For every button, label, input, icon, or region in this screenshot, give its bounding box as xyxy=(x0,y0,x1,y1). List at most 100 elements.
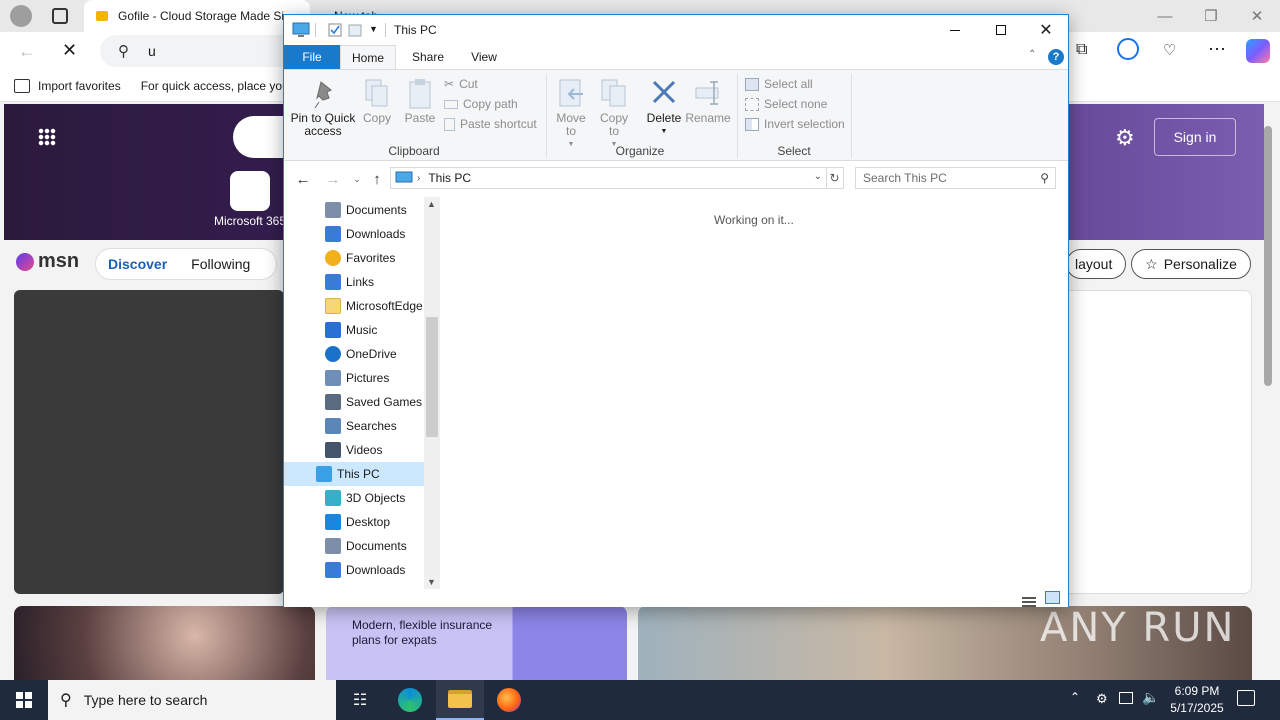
help-icon[interactable]: ? xyxy=(1048,49,1064,65)
browser-tab-gofile[interactable]: Gofile - Cloud Storage Made Si xyxy=(84,0,310,32)
rename-button[interactable]: Rename xyxy=(685,76,731,125)
task-view-button[interactable]: ☷ xyxy=(336,680,384,720)
msn-discover-tab[interactable]: Discover Following xyxy=(95,248,277,280)
network-icon[interactable] xyxy=(1119,692,1133,704)
extensions-icon[interactable]: ⧉ xyxy=(1076,41,1087,59)
copilot-icon[interactable] xyxy=(1246,39,1270,63)
new-folder-icon[interactable] xyxy=(348,23,362,37)
nav-item-desktop[interactable]: Desktop xyxy=(284,510,424,534)
properties-icon[interactable] xyxy=(328,23,342,37)
scroll-up-icon[interactable]: ▲ xyxy=(427,199,436,209)
nav-item-videos[interactable]: Videos xyxy=(284,438,424,462)
taskbar-clock[interactable]: 6:09 PM 5/17/2025 xyxy=(1160,683,1234,717)
more-options-icon[interactable]: ⋯ xyxy=(1208,39,1226,60)
copy-button[interactable]: Copy xyxy=(362,76,392,125)
browser-address-input[interactable]: ⚲ u xyxy=(100,35,300,67)
tab-view[interactable]: View xyxy=(456,45,512,69)
following-label[interactable]: Following xyxy=(191,256,250,272)
volume-icon[interactable]: 🔈 xyxy=(1142,689,1159,706)
nav-item-downloads[interactable]: Downloads xyxy=(284,222,424,246)
navigation-scrollbar[interactable]: ▲ ▼ xyxy=(424,197,440,589)
nav-item-onedrive[interactable]: OneDrive xyxy=(284,342,424,366)
move-to-button[interactable]: Move to ▼ xyxy=(552,76,590,151)
pin-to-quick-access-button[interactable]: Pin to Quick access xyxy=(290,76,356,138)
back-button[interactable]: ← xyxy=(292,169,314,189)
address-dropdown-icon[interactable]: ⌄ xyxy=(814,171,822,182)
address-bar[interactable]: › This PC ⌄ xyxy=(390,167,827,189)
tab-actions-icon[interactable] xyxy=(52,8,68,24)
search-this-pc-input[interactable]: Search This PC ⚲ xyxy=(855,167,1056,189)
nav-item-pictures[interactable]: Pictures xyxy=(284,366,424,390)
scroll-down-icon[interactable]: ▼ xyxy=(427,577,436,587)
taskbar-edge-button[interactable] xyxy=(386,680,434,720)
start-button[interactable] xyxy=(0,680,48,720)
collapse-ribbon-icon[interactable]: ⌃ xyxy=(1028,49,1036,60)
taskbar-file-explorer-button[interactable] xyxy=(436,680,484,720)
import-favorites-link[interactable]: Import favorites xyxy=(38,79,121,93)
page-scroll-thumb[interactable] xyxy=(1264,126,1272,386)
sign-in-button[interactable]: Sign in xyxy=(1154,118,1236,156)
paste-button[interactable]: Paste xyxy=(402,76,438,125)
discover-label[interactable]: Discover xyxy=(108,256,167,272)
browser-close-button[interactable]: ✕ xyxy=(1234,0,1280,32)
layout-button[interactable]: layout xyxy=(1066,249,1126,279)
forward-button[interactable]: → xyxy=(322,169,344,189)
close-button[interactable]: ✕ xyxy=(1024,15,1068,45)
profile-icon[interactable] xyxy=(10,5,32,27)
tab-file[interactable]: File xyxy=(284,45,340,69)
personalize-button[interactable]: ☆ Personalize xyxy=(1131,249,1251,279)
navigation-scroll-thumb[interactable] xyxy=(426,317,438,437)
select-all-button[interactable]: Select all xyxy=(745,74,845,94)
recent-locations-button[interactable]: ⌄ xyxy=(346,169,368,189)
tab-share[interactable]: Share xyxy=(400,45,456,69)
browser-restore-button[interactable]: ❐ xyxy=(1188,0,1234,32)
breadcrumb-this-pc[interactable]: This PC xyxy=(428,171,471,185)
nav-item-saved-games[interactable]: Saved Games xyxy=(284,390,424,414)
large-icons-view-button[interactable] xyxy=(1045,591,1060,604)
show-hidden-icons-button[interactable]: ⌃ xyxy=(1070,690,1080,704)
nav-item-3d-objects[interactable]: 3D Objects xyxy=(284,486,424,510)
nav-item-searches[interactable]: Searches xyxy=(284,414,424,438)
tab-home[interactable]: Home xyxy=(340,45,396,69)
stop-loading-icon[interactable]: ✕ xyxy=(62,40,77,61)
galaxy-image-card[interactable] xyxy=(14,606,315,680)
downloads-toolbar-icon[interactable] xyxy=(1117,38,1139,60)
back-icon[interactable]: ← xyxy=(18,41,36,62)
taskbar-search-box[interactable]: ⚲ Type here to search xyxy=(48,680,336,720)
microsoft365-icon[interactable] xyxy=(230,171,270,211)
browser-minimize-button[interactable]: — xyxy=(1142,0,1188,32)
invert-selection-button[interactable]: Invert selection xyxy=(745,114,845,134)
maximize-button[interactable] xyxy=(978,15,1024,45)
nav-item-microsoftedge[interactable]: MicrosoftEdge xyxy=(284,294,424,318)
nav-item-documents[interactable]: Documents xyxy=(284,534,424,558)
nav-item-downloads[interactable]: Downloads xyxy=(284,558,424,582)
insurance-ad-card[interactable]: Modern, flexible insurance plans for exp… xyxy=(326,606,627,680)
content-pane[interactable]: Working on it... xyxy=(440,197,1068,589)
nav-item-favorites[interactable]: Favorites xyxy=(284,246,424,270)
nav-item-this-pc[interactable]: This PC xyxy=(284,462,424,486)
minimize-button[interactable] xyxy=(932,15,978,45)
settings-icon[interactable]: ⚙ xyxy=(1115,125,1135,151)
cut-button[interactable]: ✂ Cut xyxy=(444,74,537,94)
nav-item-links[interactable]: Links xyxy=(284,270,424,294)
device-icon[interactable]: ⚙ xyxy=(1096,691,1108,707)
select-none-button[interactable]: Select none xyxy=(745,94,845,114)
paste-shortcut-button[interactable]: Paste shortcut xyxy=(444,114,537,134)
copy-path-button[interactable]: Copy path xyxy=(444,94,537,114)
page-scrollbar[interactable] xyxy=(1264,104,1274,670)
up-button[interactable]: ↑ xyxy=(366,169,388,189)
copy-to-button[interactable]: Copy to ▼ xyxy=(596,76,632,151)
taskbar-firefox-button[interactable] xyxy=(485,680,533,720)
refresh-button[interactable]: ↻ xyxy=(826,167,844,189)
msn-search-button[interactable] xyxy=(233,116,287,158)
details-view-button[interactable] xyxy=(1022,591,1038,605)
delete-button[interactable]: Delete ▼ xyxy=(646,76,682,138)
msn-video-card[interactable] xyxy=(14,290,284,594)
app-launcher-icon[interactable] xyxy=(38,128,56,146)
notifications-button[interactable] xyxy=(1237,690,1255,706)
qat-dropdown-icon[interactable]: ▼ xyxy=(369,24,378,34)
nav-item-documents[interactable]: Documents xyxy=(284,198,424,222)
msn-logo[interactable]: msn xyxy=(16,250,79,273)
performance-icon[interactable]: ♡ xyxy=(1163,41,1176,59)
nav-item-music[interactable]: Music xyxy=(284,318,424,342)
